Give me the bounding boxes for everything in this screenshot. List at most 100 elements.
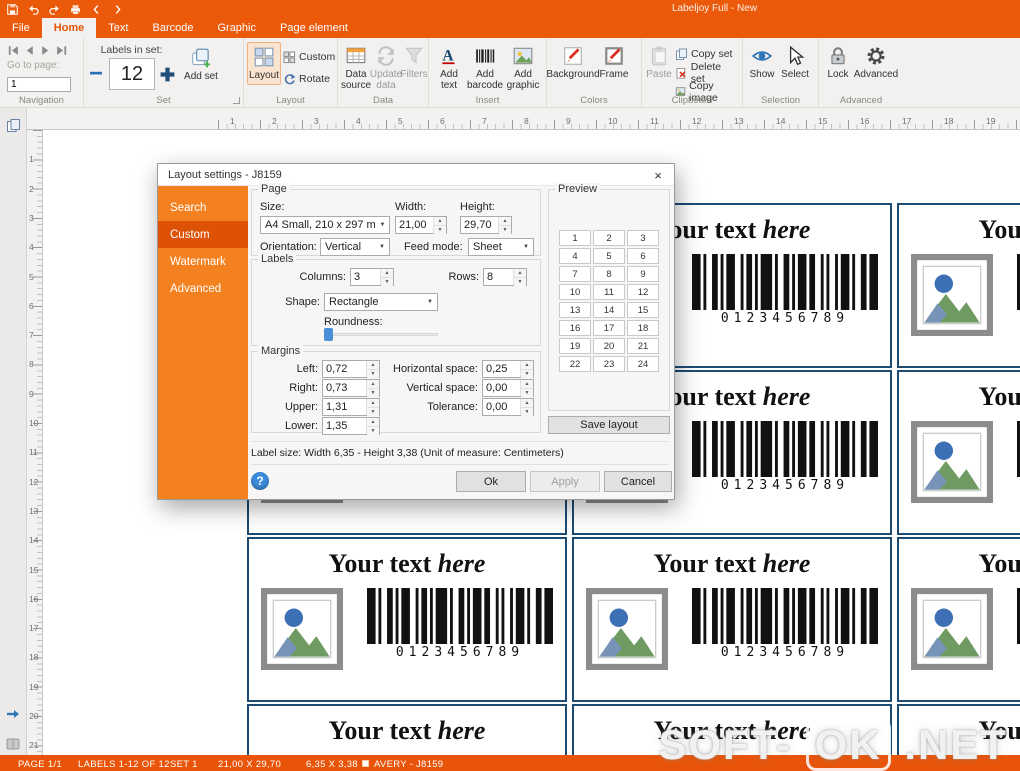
preview-cell[interactable]: 1 [559, 230, 591, 246]
spinner-arrows[interactable]: ▲▼ [520, 361, 533, 377]
background-color-button[interactable]: Background [550, 42, 596, 83]
preview-cell[interactable]: 13 [559, 302, 591, 318]
tolerance-spinner[interactable]: ▲▼ [482, 398, 534, 416]
spinner-arrows[interactable]: ▲▼ [433, 217, 446, 233]
pages-panel-icon[interactable] [6, 118, 21, 133]
spinner-arrows[interactable]: ▲▼ [366, 418, 379, 434]
preview-cell[interactable]: 23 [593, 356, 625, 372]
preview-cell[interactable]: 5 [593, 248, 625, 264]
preview-cell[interactable]: 8 [593, 266, 625, 282]
canvas-label[interactable]: Your text here 0123456789 [897, 537, 1020, 702]
hspace-spinner[interactable]: ▲▼ [482, 360, 534, 378]
filters-button[interactable]: Filters [401, 42, 427, 83]
vspace-spinner[interactable]: ▲▼ [482, 379, 534, 397]
tab-text[interactable]: Text [96, 18, 140, 38]
last-page-button[interactable] [55, 44, 68, 56]
preview-cell[interactable]: 20 [593, 338, 625, 354]
update-data-button[interactable]: Update data [371, 42, 401, 94]
layout-button[interactable]: Layout [247, 42, 281, 85]
close-icon[interactable]: × [642, 164, 674, 186]
columns-spinner[interactable]: ▲▼ [350, 268, 394, 286]
canvas-label[interactable]: Your text here 0123456789 [897, 203, 1020, 368]
spinner-arrows[interactable]: ▲▼ [520, 399, 533, 415]
forward-icon[interactable] [111, 3, 124, 16]
book-tool-icon[interactable] [5, 736, 21, 752]
next-page-button[interactable] [39, 44, 52, 56]
sidebar-item-advanced[interactable]: Advanced [158, 275, 248, 302]
preview-cell[interactable]: 6 [627, 248, 659, 264]
add-text-button[interactable]: A Add text [432, 42, 466, 94]
preview-cell[interactable]: 24 [627, 356, 659, 372]
page-width-spinner[interactable]: ▲▼ [395, 216, 447, 234]
add-graphic-button[interactable]: Add graphic [504, 42, 542, 94]
roundness-slider[interactable] [324, 327, 438, 342]
margin-lower-spinner[interactable]: ▲▼ [322, 417, 380, 435]
preview-cell[interactable]: 21 [627, 338, 659, 354]
page-size-select[interactable]: A4 Small, 210 x 297 mm▼ [260, 216, 390, 234]
lock-button[interactable]: Lock [822, 42, 854, 83]
canvas-label[interactable]: Your text here 0123456789 [247, 704, 567, 755]
preview-cell[interactable]: 10 [559, 284, 591, 300]
frame-color-button[interactable]: Frame [596, 42, 632, 83]
select-button[interactable]: Select [778, 42, 812, 83]
spinner-arrows[interactable]: ▲▼ [380, 269, 393, 285]
spinner-arrows[interactable]: ▲▼ [520, 380, 533, 396]
save-layout-button[interactable]: Save layout [548, 416, 670, 434]
preview-cell[interactable]: 7 [559, 266, 591, 282]
page-height-spinner[interactable]: ▲▼ [460, 216, 512, 234]
add-set-button[interactable]: Add set [181, 44, 221, 85]
tab-graphic[interactable]: Graphic [205, 18, 268, 38]
spinner-arrows[interactable]: ▲▼ [513, 269, 526, 285]
preview-cell[interactable]: 16 [559, 320, 591, 336]
rotate-button[interactable]: Rotate [281, 70, 337, 88]
shape-select[interactable]: Rectangle▼ [324, 293, 438, 311]
preview-cell[interactable]: 17 [593, 320, 625, 336]
apply-button[interactable]: Apply [530, 471, 600, 492]
preview-cell[interactable]: 9 [627, 266, 659, 282]
preview-cell[interactable]: 18 [627, 320, 659, 336]
decrease-set-button[interactable]: − [87, 59, 105, 89]
increase-set-button[interactable] [159, 66, 176, 83]
sidebar-item-custom[interactable]: Custom [158, 221, 248, 248]
orientation-select[interactable]: Vertical▼ [320, 238, 390, 256]
preview-cell[interactable]: 15 [627, 302, 659, 318]
ok-button[interactable]: Ok [456, 471, 526, 492]
advanced-button[interactable]: Advanced [854, 42, 898, 83]
tab-page-element[interactable]: Page element [268, 18, 360, 38]
preview-cell[interactable]: 11 [593, 284, 625, 300]
labels-in-set-input[interactable] [109, 58, 155, 90]
preview-cell[interactable]: 2 [593, 230, 625, 246]
tab-barcode[interactable]: Barcode [140, 18, 205, 38]
tab-home[interactable]: Home [42, 18, 97, 38]
preview-cell[interactable]: 22 [559, 356, 591, 372]
tab-file[interactable]: File [0, 18, 42, 38]
cancel-button[interactable]: Cancel [604, 471, 672, 492]
feed-mode-select[interactable]: Sheet▼ [468, 238, 534, 256]
redo-icon[interactable] [48, 3, 61, 16]
anchor-tool-icon[interactable] [5, 706, 21, 722]
spinner-arrows[interactable]: ▲▼ [498, 217, 511, 233]
back-icon[interactable] [90, 3, 103, 16]
data-source-button[interactable]: Data source [341, 42, 371, 94]
prev-page-button[interactable] [23, 44, 36, 56]
undo-icon[interactable] [27, 3, 40, 16]
preview-cell[interactable]: 3 [627, 230, 659, 246]
preview-cell[interactable]: 12 [627, 284, 659, 300]
first-page-button[interactable] [7, 44, 20, 56]
print-icon[interactable] [69, 3, 82, 16]
preview-cell[interactable]: 19 [559, 338, 591, 354]
canvas-label[interactable]: Your text here 0123456789 [897, 370, 1020, 535]
custom-layout-button[interactable]: Custom [281, 48, 337, 66]
preview-cell[interactable]: 4 [559, 248, 591, 264]
save-icon[interactable] [6, 3, 19, 16]
canvas-label[interactable]: Your text here 0123456789 [572, 537, 892, 702]
rows-spinner[interactable]: ▲▼ [483, 268, 527, 286]
go-to-page-input[interactable] [7, 77, 71, 92]
show-button[interactable]: Show [746, 42, 778, 83]
sidebar-item-watermark[interactable]: Watermark [158, 248, 248, 275]
sidebar-item-search[interactable]: Search [158, 194, 248, 221]
add-barcode-button[interactable]: Add barcode [466, 42, 504, 94]
help-icon[interactable]: ? [251, 472, 269, 490]
paste-button[interactable]: Paste [645, 42, 673, 83]
preview-cell[interactable]: 14 [593, 302, 625, 318]
